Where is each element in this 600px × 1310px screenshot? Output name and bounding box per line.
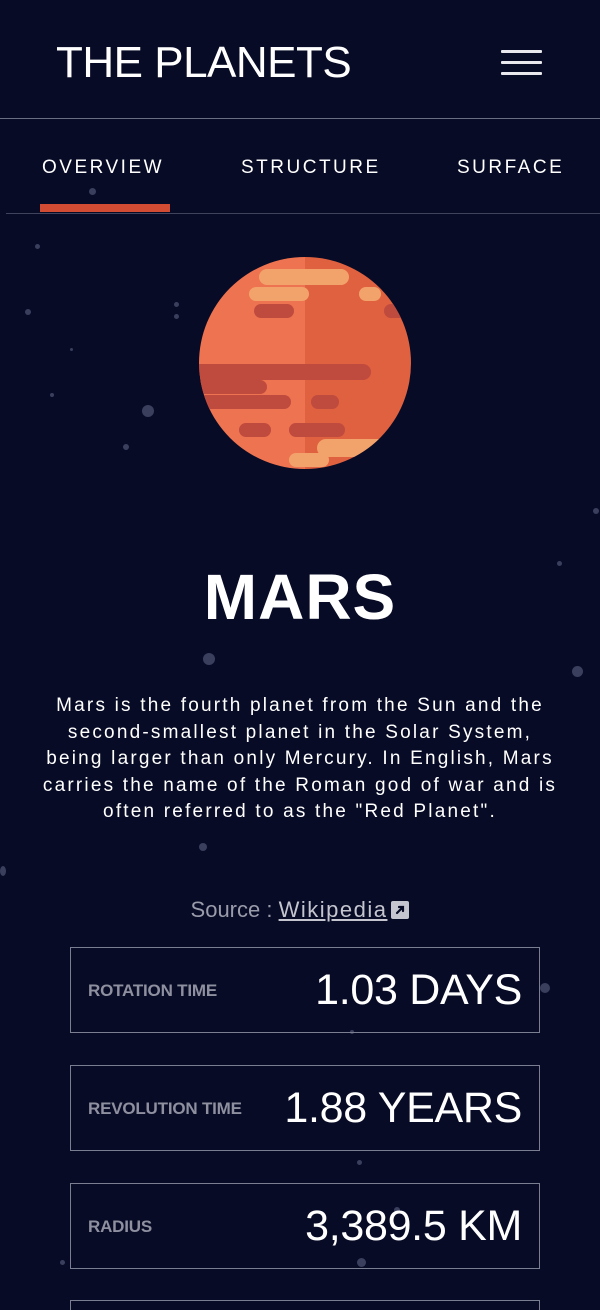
star-decoration (593, 508, 599, 514)
star-decoration (174, 314, 179, 319)
stat-radius: RADIUS 3,389.5 KM (70, 1183, 540, 1269)
stat-value: 3,389.5 KM (305, 1202, 522, 1250)
star-decoration (25, 309, 31, 315)
tab-structure[interactable]: STRUCTURE (241, 157, 381, 179)
planet-description: Mars is the fourth planet from the Sun a… (42, 695, 558, 823)
star-decoration (60, 1260, 65, 1265)
star-decoration (70, 348, 73, 351)
star-decoration (50, 393, 54, 397)
stat-rotation-time: ROTATION TIME 1.03 DAYS (70, 947, 540, 1033)
star-decoration (199, 843, 207, 851)
planet-tabs: OVERVIEW STRUCTURE SURFACE (6, 119, 600, 214)
site-header: THE PLANETS (0, 0, 600, 119)
stat-label: ROTATION TIME (88, 981, 217, 1000)
source-prefix: Source : (190, 897, 279, 922)
star-decoration (123, 444, 129, 450)
star-decoration (203, 653, 215, 665)
star-decoration (0, 866, 6, 876)
star-decoration (174, 302, 179, 307)
external-link-icon[interactable] (391, 901, 410, 919)
star-decoration (572, 666, 583, 677)
hamburger-menu-icon[interactable] (501, 50, 542, 76)
tab-overview[interactable]: OVERVIEW (42, 157, 164, 179)
star-decoration (35, 244, 40, 249)
star-decoration (540, 983, 550, 993)
source-line: Source : Wikipedia (0, 897, 600, 923)
stat-value: 1.88 YEARS (284, 1084, 522, 1132)
planet-name: MARS (203, 561, 397, 633)
active-tab-indicator (40, 204, 170, 212)
wikipedia-link[interactable]: Wikipedia (279, 897, 388, 922)
mars-planet-illustration (199, 257, 411, 469)
stat-label: RADIUS (88, 1217, 152, 1236)
stat-partial (70, 1300, 540, 1310)
star-decoration (357, 1160, 362, 1165)
star-decoration (142, 405, 154, 417)
site-title[interactable]: THE PLANETS (56, 38, 352, 88)
stat-label: REVOLUTION TIME (88, 1099, 242, 1118)
page: THE PLANETS OVERVIEW STRUCTURE SURFACE M… (0, 0, 600, 1310)
stat-value: 1.03 DAYS (315, 966, 522, 1014)
tab-surface[interactable]: SURFACE (457, 157, 564, 179)
stat-revolution-time: REVOLUTION TIME 1.88 YEARS (70, 1065, 540, 1151)
